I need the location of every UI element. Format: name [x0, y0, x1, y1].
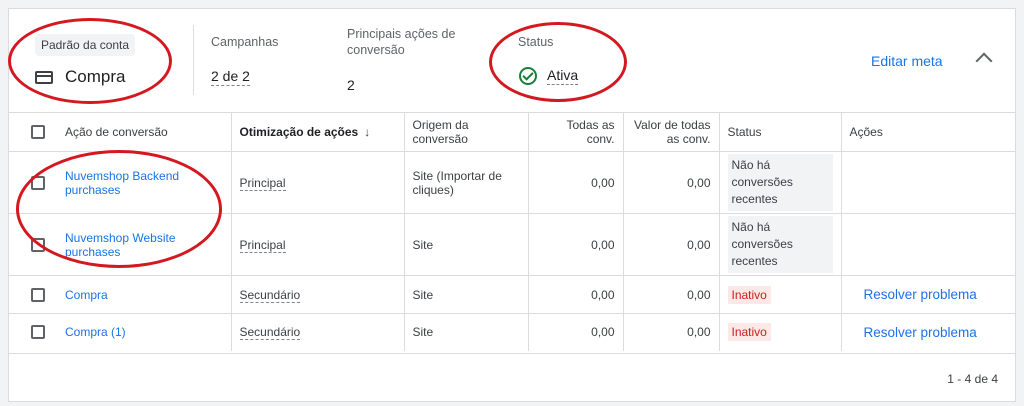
all-conv-cell: 0,00	[527, 275, 623, 314]
status-cell: Não há conversões recentes	[718, 151, 841, 214]
header-status: Status	[718, 112, 841, 152]
credit-card-icon	[35, 70, 53, 84]
optimization-cell: Secundário	[230, 313, 404, 351]
row-checkbox[interactable]	[31, 237, 45, 252]
row-checkbox[interactable]	[31, 175, 45, 190]
value-cell: 0,00	[622, 151, 719, 214]
status-label: Status	[518, 35, 554, 49]
optimization-cell: Secundário	[230, 275, 404, 314]
all-conv-cell: 0,00	[527, 213, 623, 276]
conversion-name-cell[interactable]: Nuvemshop Website purchases	[57, 213, 231, 276]
origin-cell: Site	[403, 313, 528, 351]
conversion-name-cell[interactable]: Compra (1)	[57, 313, 231, 351]
summary-divider	[193, 25, 194, 95]
chevron-up-icon[interactable]	[975, 52, 993, 70]
table-row: Nuvemshop Backend purchases Principal Si…	[9, 151, 1015, 214]
table-row: Nuvemshop Website purchases Principal Si…	[9, 213, 1015, 276]
account-default-text: Compra	[65, 67, 126, 86]
status-value[interactable]: Ativa	[547, 67, 579, 85]
status-cell: Inativo	[718, 275, 841, 314]
account-default-label: Padrão da conta	[35, 34, 136, 56]
pagination-range: 1 - 4 de 4	[947, 372, 998, 386]
campaigns-value[interactable]: 2 de 2	[211, 68, 250, 86]
table-row: Compra (1) Secundário Site 0,00 0,00 Ina…	[9, 313, 1015, 351]
edit-goal-link[interactable]: Editar meta	[871, 53, 943, 69]
pagination: 1 - 4 de 4	[9, 353, 1015, 402]
value-cell: 0,00	[622, 213, 719, 276]
optimization-cell: Principal	[230, 213, 404, 276]
header-select-all[interactable]	[9, 112, 57, 152]
header-origin: Origem da conversão	[403, 112, 528, 152]
campaigns-label: Campanhas	[211, 35, 279, 49]
table-row: Compra Secundário Site 0,00 0,00 Inativo…	[9, 275, 1015, 314]
conversion-actions-table: Ação de conversão Otimização de ações ↓ O…	[9, 112, 1015, 351]
row-checkbox[interactable]	[31, 325, 45, 340]
header-actions: Ações	[840, 112, 1015, 152]
all-conv-cell: 0,00	[527, 313, 623, 351]
origin-cell: Site	[403, 213, 528, 276]
account-default-value: Compra	[35, 67, 125, 87]
row-checkbox-cell[interactable]	[9, 313, 57, 351]
sort-down-arrow-icon[interactable]: ↓	[364, 125, 370, 139]
status-badge: Não há conversões recentes	[727, 154, 833, 211]
actions-cell	[840, 213, 1015, 276]
status-cell: Não há conversões recentes	[718, 213, 841, 276]
conversion-name-cell[interactable]: Compra	[57, 275, 231, 314]
header-value-all-conv: Valor de todas as conv.	[622, 112, 719, 152]
actions-cell: Resolver problema	[840, 275, 1015, 314]
all-conv-cell: 0,00	[527, 151, 623, 214]
conversion-name-link[interactable]: Nuvemshop Website purchases	[65, 231, 176, 259]
conversion-name-link[interactable]: Nuvemshop Backend purchases	[65, 169, 179, 197]
check-circle-icon	[519, 67, 537, 85]
origin-cell: Site	[403, 275, 528, 314]
row-checkbox-cell[interactable]	[9, 275, 57, 314]
origin-cell: Site (Importar de cliques)	[403, 151, 528, 214]
goal-status: Ativa	[519, 67, 579, 85]
goal-summary: Padrão da conta Compra Campanhas 2 de 2 …	[9, 9, 1015, 112]
value-cell: 0,00	[622, 275, 719, 314]
actions-cell: Resolver problema	[840, 313, 1015, 351]
actions-cell	[840, 151, 1015, 214]
header-all-conv: Todas as conv.	[527, 112, 623, 152]
header-action: Ação de conversão	[57, 112, 231, 152]
resolve-problem-button[interactable]: Resolver problema	[864, 287, 977, 302]
primary-actions-value: 2	[347, 77, 355, 93]
select-all-checkbox[interactable]	[31, 125, 45, 139]
row-checkbox-cell[interactable]	[9, 151, 57, 214]
conversion-goal-card: Padrão da conta Compra Campanhas 2 de 2 …	[8, 8, 1016, 402]
table-header-row: Ação de conversão Otimização de ações ↓ O…	[9, 112, 1015, 152]
conversion-name-link[interactable]: Compra	[65, 288, 108, 302]
conversion-name-cell[interactable]: Nuvemshop Backend purchases	[57, 151, 231, 214]
header-optimization[interactable]: Otimização de ações ↓	[230, 112, 404, 152]
optimization-cell: Principal	[230, 151, 404, 214]
row-checkbox-cell[interactable]	[9, 213, 57, 276]
inactive-badge: Inativo	[727, 285, 771, 304]
status-badge: Não há conversões recentes	[727, 216, 833, 273]
value-cell: 0,00	[622, 313, 719, 351]
row-checkbox[interactable]	[31, 287, 45, 302]
conversion-name-link[interactable]: Compra (1)	[65, 325, 126, 339]
inactive-badge: Inativo	[727, 323, 771, 342]
resolve-problem-button[interactable]: Resolver problema	[864, 325, 977, 340]
status-cell: Inativo	[718, 313, 841, 351]
primary-actions-label: Principais ações de conversão	[347, 27, 456, 57]
